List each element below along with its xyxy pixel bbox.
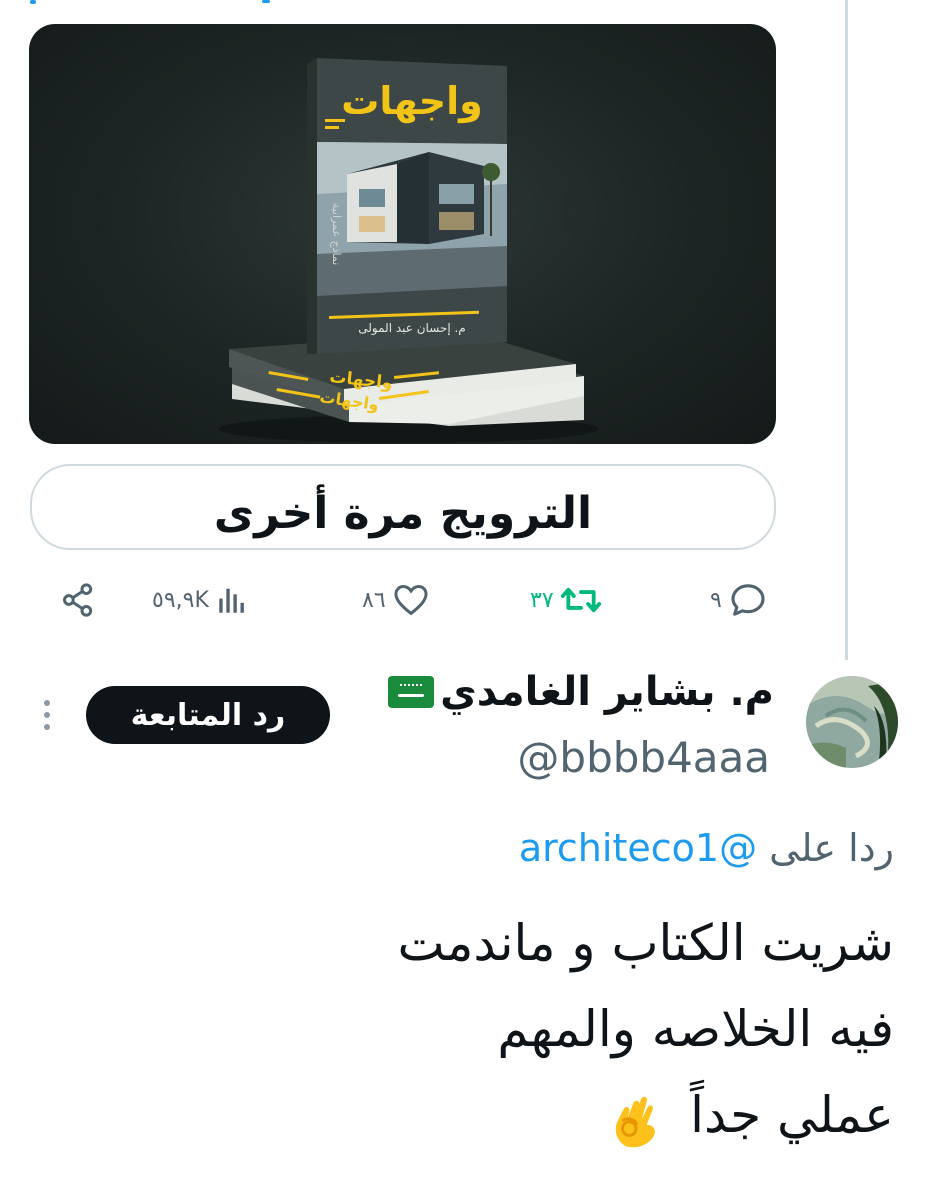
tweet-line-2: فيه الخلاصه والمهم bbox=[497, 1000, 894, 1058]
user-name-text: م. بشاير الغامدي bbox=[440, 669, 774, 715]
book-cover-subtitle: نماذج عمرانية bbox=[330, 203, 343, 266]
book-cover-title: واجهات bbox=[341, 79, 483, 124]
avatar-image bbox=[806, 676, 898, 768]
thread-connector-line bbox=[845, 0, 848, 660]
book-author-line: م. إحسان عبد المولى bbox=[358, 321, 465, 336]
tweet-line-3: عملي جداً bbox=[690, 1086, 894, 1144]
replying-to-prefix: ردا على bbox=[769, 826, 894, 870]
repost-promo-label: الترويج مرة أخرى bbox=[213, 488, 593, 539]
saudi-flag-icon bbox=[388, 676, 435, 708]
replying-to-mention[interactable]: @architeco1 bbox=[519, 826, 757, 870]
tweet-action-bar: ٥٩,٩K ٨٦ ٣٧ ٩ bbox=[0, 576, 926, 626]
retweet-icon bbox=[560, 587, 601, 613]
retweet-count: ٣٧ bbox=[530, 587, 554, 613]
like-count: ٨٦ bbox=[362, 587, 386, 613]
more-options-icon[interactable] bbox=[42, 700, 52, 736]
analytics-icon bbox=[219, 588, 244, 613]
repost-promo-bar[interactable]: الترويج مرة أخرى bbox=[30, 464, 776, 550]
book-illustration: واجهات واجهات واجهات م. إحسان عبد المولى bbox=[219, 58, 599, 443]
user-handle[interactable]: @bbbb4aaa bbox=[517, 730, 770, 786]
comment-icon bbox=[731, 584, 765, 616]
reply-button[interactable]: ٩ bbox=[710, 576, 768, 624]
top-indicator bbox=[30, 0, 36, 4]
user-display-name[interactable]: م. بشاير الغامدي bbox=[388, 664, 774, 720]
like-button[interactable]: ٨٦ bbox=[362, 576, 430, 624]
reply-count: ٩ bbox=[710, 587, 722, 613]
heart-icon bbox=[394, 585, 428, 616]
replying-to: ردا على @architeco1 bbox=[519, 818, 894, 878]
avatar[interactable] bbox=[806, 676, 898, 768]
tweet-line-3-wrap: عملي جداً bbox=[274, 1072, 894, 1158]
tweet-line-1: شريت الكتاب و ماندمت bbox=[397, 914, 894, 972]
tweet-media-image[interactable]: واجهات واجهات واجهات م. إحسان عبد المولى bbox=[29, 24, 776, 444]
views-count: ٥٩,٩K bbox=[152, 587, 209, 613]
top-indicator-secondary bbox=[262, 0, 270, 3]
follow-back-button[interactable]: رد المتابعة bbox=[86, 686, 330, 744]
ok-hand-icon bbox=[615, 1096, 656, 1147]
retweet-button[interactable]: ٣٧ bbox=[530, 576, 602, 624]
tweet-body: شريت الكتاب و ماندمت فيه الخلاصه والمهم … bbox=[274, 900, 894, 1158]
share-icon bbox=[63, 583, 93, 617]
share-button[interactable] bbox=[58, 576, 98, 624]
views-button[interactable]: ٥٩,٩K bbox=[152, 576, 249, 624]
